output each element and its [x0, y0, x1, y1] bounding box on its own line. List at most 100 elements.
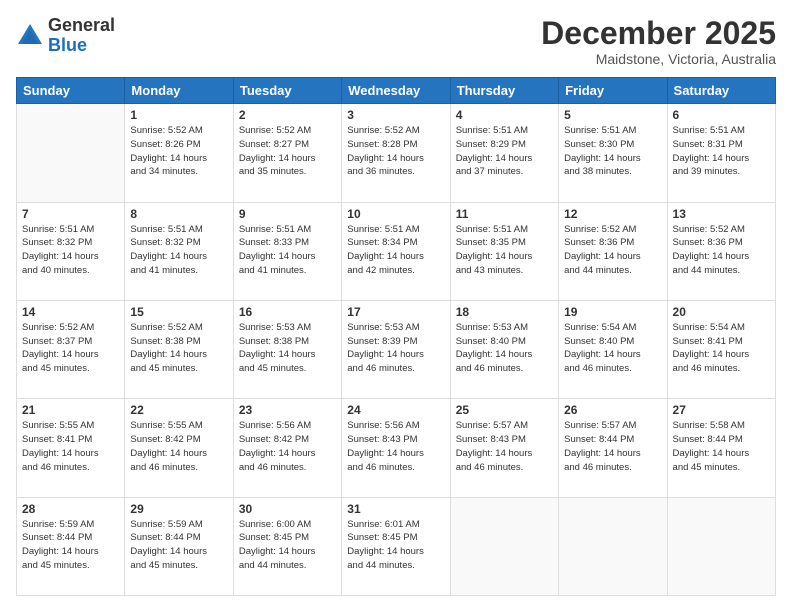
header: General Blue December 2025 Maidstone, Vi…: [16, 16, 776, 67]
calendar-week-1: 7 Sunrise: 5:51 AM Sunset: 8:32 PM Daylig…: [17, 202, 776, 300]
day-info: Sunrise: 5:51 AM Sunset: 8:34 PM Dayligh…: [347, 223, 444, 278]
day-info: Sunrise: 5:54 AM Sunset: 8:41 PM Dayligh…: [673, 321, 770, 376]
calendar-table: Sunday Monday Tuesday Wednesday Thursday…: [16, 77, 776, 596]
calendar-cell: 6 Sunrise: 5:51 AM Sunset: 8:31 PM Daylig…: [667, 104, 775, 202]
day-number: 27: [673, 403, 770, 417]
day-info: Sunrise: 6:00 AM Sunset: 8:45 PM Dayligh…: [239, 518, 336, 573]
col-thursday: Thursday: [450, 78, 558, 104]
calendar-cell: 27Sunrise: 5:58 AM Sunset: 8:44 PM Dayli…: [667, 399, 775, 497]
day-info: Sunrise: 5:53 AM Sunset: 8:38 PM Dayligh…: [239, 321, 336, 376]
day-info: Sunrise: 5:53 AM Sunset: 8:39 PM Dayligh…: [347, 321, 444, 376]
calendar-cell: 8 Sunrise: 5:51 AM Sunset: 8:32 PM Daylig…: [125, 202, 233, 300]
day-info: Sunrise: 5:51 AM Sunset: 8:32 PM Dayligh…: [130, 223, 227, 278]
calendar-cell: 16 Sunrise: 5:53 AM Sunset: 8:38 PM Dayli…: [233, 300, 341, 398]
day-number: 12: [564, 207, 661, 221]
day-number: 21: [22, 403, 119, 417]
day-info: Sunrise: 5:51 AM Sunset: 8:29 PM Dayligh…: [456, 124, 553, 179]
calendar-cell: 3Sunrise: 5:52 AM Sunset: 8:28 PM Daylig…: [342, 104, 450, 202]
calendar-cell: 20 Sunrise: 5:54 AM Sunset: 8:41 PM Dayli…: [667, 300, 775, 398]
day-number: 30: [239, 502, 336, 516]
day-number: 24: [347, 403, 444, 417]
calendar-cell: 28Sunrise: 5:59 AM Sunset: 8:44 PM Dayli…: [17, 497, 125, 595]
day-info: Sunrise: 5:51 AM Sunset: 8:30 PM Dayligh…: [564, 124, 661, 179]
day-info: Sunrise: 5:54 AM Sunset: 8:40 PM Dayligh…: [564, 321, 661, 376]
day-info: Sunrise: 6:01 AM Sunset: 8:45 PM Dayligh…: [347, 518, 444, 573]
day-number: 29: [130, 502, 227, 516]
day-number: 11: [456, 207, 553, 221]
day-info: Sunrise: 5:53 AM Sunset: 8:40 PM Dayligh…: [456, 321, 553, 376]
day-info: Sunrise: 5:56 AM Sunset: 8:42 PM Dayligh…: [239, 419, 336, 474]
main-title: December 2025: [541, 16, 776, 51]
calendar-cell: 31Sunrise: 6:01 AM Sunset: 8:45 PM Dayli…: [342, 497, 450, 595]
calendar-cell: 19Sunrise: 5:54 AM Sunset: 8:40 PM Dayli…: [559, 300, 667, 398]
calendar-cell: [667, 497, 775, 595]
day-info: Sunrise: 5:59 AM Sunset: 8:44 PM Dayligh…: [130, 518, 227, 573]
day-info: Sunrise: 5:51 AM Sunset: 8:33 PM Dayligh…: [239, 223, 336, 278]
day-info: Sunrise: 5:55 AM Sunset: 8:42 PM Dayligh…: [130, 419, 227, 474]
day-number: 1: [130, 108, 227, 122]
day-number: 9: [239, 207, 336, 221]
logo-text: General Blue: [48, 16, 115, 56]
calendar-cell: 1Sunrise: 5:52 AM Sunset: 8:26 PM Daylig…: [125, 104, 233, 202]
calendar-cell: 24Sunrise: 5:56 AM Sunset: 8:43 PM Dayli…: [342, 399, 450, 497]
calendar-cell: 29 Sunrise: 5:59 AM Sunset: 8:44 PM Dayli…: [125, 497, 233, 595]
calendar-header: Sunday Monday Tuesday Wednesday Thursday…: [17, 78, 776, 104]
weekday-row: Sunday Monday Tuesday Wednesday Thursday…: [17, 78, 776, 104]
col-tuesday: Tuesday: [233, 78, 341, 104]
day-number: 3: [347, 108, 444, 122]
calendar-cell: 30 Sunrise: 6:00 AM Sunset: 8:45 PM Dayli…: [233, 497, 341, 595]
page: General Blue December 2025 Maidstone, Vi…: [0, 0, 792, 612]
calendar-cell: 9 Sunrise: 5:51 AM Sunset: 8:33 PM Daylig…: [233, 202, 341, 300]
logo-icon: [16, 22, 44, 50]
calendar-cell: 14 Sunrise: 5:52 AM Sunset: 8:37 PM Dayli…: [17, 300, 125, 398]
logo: General Blue: [16, 16, 115, 56]
calendar-cell: 21 Sunrise: 5:55 AM Sunset: 8:41 PM Dayli…: [17, 399, 125, 497]
calendar-cell: [450, 497, 558, 595]
calendar-cell: 4 Sunrise: 5:51 AM Sunset: 8:29 PM Daylig…: [450, 104, 558, 202]
calendar-cell: 11Sunrise: 5:51 AM Sunset: 8:35 PM Dayli…: [450, 202, 558, 300]
day-number: 25: [456, 403, 553, 417]
calendar-week-3: 21 Sunrise: 5:55 AM Sunset: 8:41 PM Dayli…: [17, 399, 776, 497]
day-number: 8: [130, 207, 227, 221]
day-number: 22: [130, 403, 227, 417]
day-info: Sunrise: 5:52 AM Sunset: 8:38 PM Dayligh…: [130, 321, 227, 376]
day-info: Sunrise: 5:55 AM Sunset: 8:41 PM Dayligh…: [22, 419, 119, 474]
day-number: 7: [22, 207, 119, 221]
calendar-week-0: 1Sunrise: 5:52 AM Sunset: 8:26 PM Daylig…: [17, 104, 776, 202]
calendar-cell: 7 Sunrise: 5:51 AM Sunset: 8:32 PM Daylig…: [17, 202, 125, 300]
day-info: Sunrise: 5:57 AM Sunset: 8:44 PM Dayligh…: [564, 419, 661, 474]
calendar-cell: 25 Sunrise: 5:57 AM Sunset: 8:43 PM Dayli…: [450, 399, 558, 497]
day-number: 15: [130, 305, 227, 319]
day-number: 4: [456, 108, 553, 122]
day-number: 20: [673, 305, 770, 319]
calendar-cell: 23Sunrise: 5:56 AM Sunset: 8:42 PM Dayli…: [233, 399, 341, 497]
day-number: 2: [239, 108, 336, 122]
calendar-body: 1Sunrise: 5:52 AM Sunset: 8:26 PM Daylig…: [17, 104, 776, 596]
day-info: Sunrise: 5:52 AM Sunset: 8:37 PM Dayligh…: [22, 321, 119, 376]
day-number: 6: [673, 108, 770, 122]
day-number: 14: [22, 305, 119, 319]
calendar-cell: 26Sunrise: 5:57 AM Sunset: 8:44 PM Dayli…: [559, 399, 667, 497]
col-sunday: Sunday: [17, 78, 125, 104]
day-number: 5: [564, 108, 661, 122]
col-wednesday: Wednesday: [342, 78, 450, 104]
calendar-cell: 10 Sunrise: 5:51 AM Sunset: 8:34 PM Dayli…: [342, 202, 450, 300]
day-number: 16: [239, 305, 336, 319]
day-info: Sunrise: 5:52 AM Sunset: 8:36 PM Dayligh…: [673, 223, 770, 278]
day-number: 10: [347, 207, 444, 221]
subtitle: Maidstone, Victoria, Australia: [541, 51, 776, 67]
calendar-cell: [17, 104, 125, 202]
title-block: December 2025 Maidstone, Victoria, Austr…: [541, 16, 776, 67]
calendar-week-4: 28 Sunrise: 5:59 AM Sunset: 8:44 PM Dayli…: [17, 497, 776, 595]
day-number: 28: [22, 502, 119, 516]
day-number: 18: [456, 305, 553, 319]
day-number: 17: [347, 305, 444, 319]
day-info: Sunrise: 5:51 AM Sunset: 8:32 PM Dayligh…: [22, 223, 119, 278]
calendar-week-2: 14 Sunrise: 5:52 AM Sunset: 8:37 PM Dayli…: [17, 300, 776, 398]
day-info: Sunrise: 5:52 AM Sunset: 8:36 PM Dayligh…: [564, 223, 661, 278]
day-info: Sunrise: 5:57 AM Sunset: 8:43 PM Dayligh…: [456, 419, 553, 474]
day-info: Sunrise: 5:51 AM Sunset: 8:31 PM Dayligh…: [673, 124, 770, 179]
calendar-cell: [559, 497, 667, 595]
logo-general-text: General: [48, 16, 115, 36]
calendar-cell: 15 Sunrise: 5:52 AM Sunset: 8:38 PM Dayli…: [125, 300, 233, 398]
